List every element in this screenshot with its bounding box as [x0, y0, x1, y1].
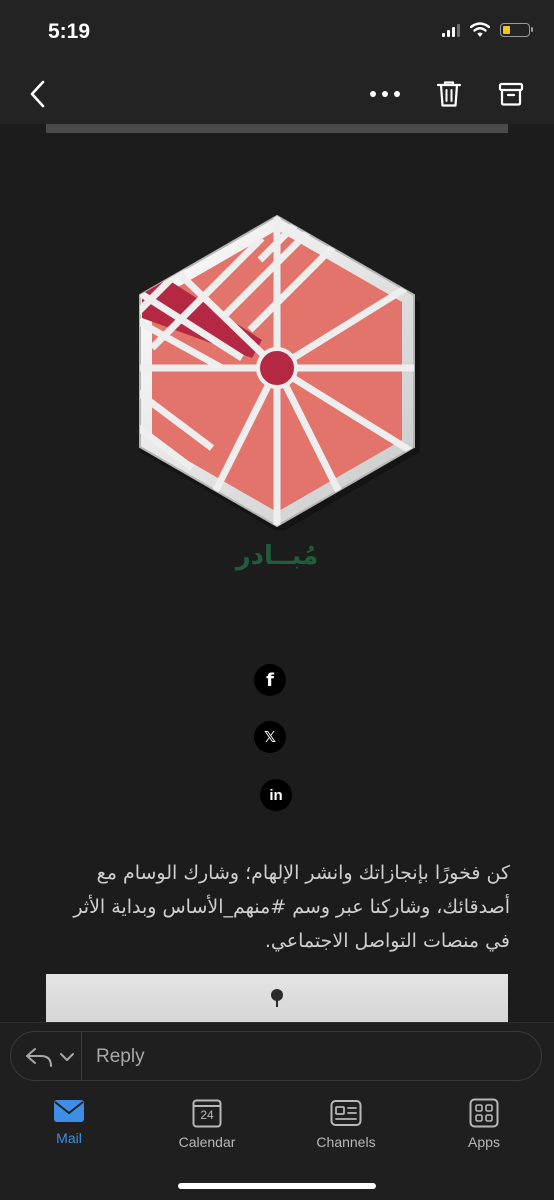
email-content: مُبــادر f 𝕏 in كن فخورًا بإنجازاتك وانش…	[0, 124, 554, 1022]
tab-label-calendar: Calendar	[178, 1134, 236, 1150]
badge-image	[139, 214, 420, 530]
archive-button[interactable]	[491, 74, 531, 114]
ellipsis-icon	[370, 91, 400, 97]
tab-label-channels: Channels	[316, 1134, 376, 1150]
channels-icon	[330, 1100, 362, 1126]
tab-apps[interactable]: Apps	[434, 1098, 534, 1150]
x-icon: 𝕏	[263, 728, 277, 746]
banner-logo	[268, 988, 286, 1008]
linkedin-icon: in	[269, 786, 283, 804]
more-button[interactable]	[365, 74, 405, 114]
facebook-link[interactable]: f	[254, 664, 286, 696]
reply-bar: Reply	[0, 1022, 554, 1091]
tab-calendar[interactable]: 24 Calendar	[157, 1098, 257, 1150]
trash-icon	[436, 81, 462, 107]
reply-placeholder: Reply	[96, 1046, 145, 1067]
status-icons	[442, 22, 533, 38]
reply-input[interactable]: Reply	[10, 1031, 542, 1081]
back-button[interactable]	[18, 74, 58, 114]
linkedin-link[interactable]: in	[260, 779, 292, 811]
battery-icon	[500, 23, 533, 37]
wifi-icon	[470, 22, 490, 37]
cellular-signal-icon	[442, 23, 460, 37]
message-toolbar	[0, 66, 554, 125]
tab-label-mail: Mail	[56, 1130, 82, 1146]
brand-name: مُبــادر	[235, 540, 319, 570]
home-indicator[interactable]	[178, 1183, 376, 1189]
tab-label-apps: Apps	[468, 1134, 500, 1150]
tab-channels[interactable]: Channels	[296, 1098, 396, 1150]
mail-icon	[54, 1100, 84, 1122]
status-time: 5:19	[48, 20, 91, 43]
calendar-date-number: 24	[200, 1108, 214, 1122]
delete-button[interactable]	[429, 74, 469, 114]
header-strip	[46, 124, 508, 133]
reply-divider	[81, 1032, 82, 1080]
facebook-icon: f	[266, 669, 274, 691]
tab-mail[interactable]: Mail	[19, 1098, 119, 1146]
email-body-text: كن فخورًا بإنجازاتك وانشر الإلهام؛ وشارك…	[73, 862, 510, 952]
chevron-left-icon	[30, 80, 45, 108]
bottom-banner-image	[46, 974, 508, 1022]
reply-icon[interactable]	[25, 1046, 77, 1068]
status-bar: 5:19	[0, 0, 554, 66]
calendar-icon: 24	[192, 1098, 222, 1128]
x-link[interactable]: 𝕏	[254, 721, 286, 753]
tree-logo-icon	[271, 989, 283, 1007]
apps-grid-icon	[469, 1098, 499, 1128]
archive-icon	[498, 82, 524, 106]
tab-bar: Mail 24 Calendar Channels Apps	[0, 1090, 554, 1200]
